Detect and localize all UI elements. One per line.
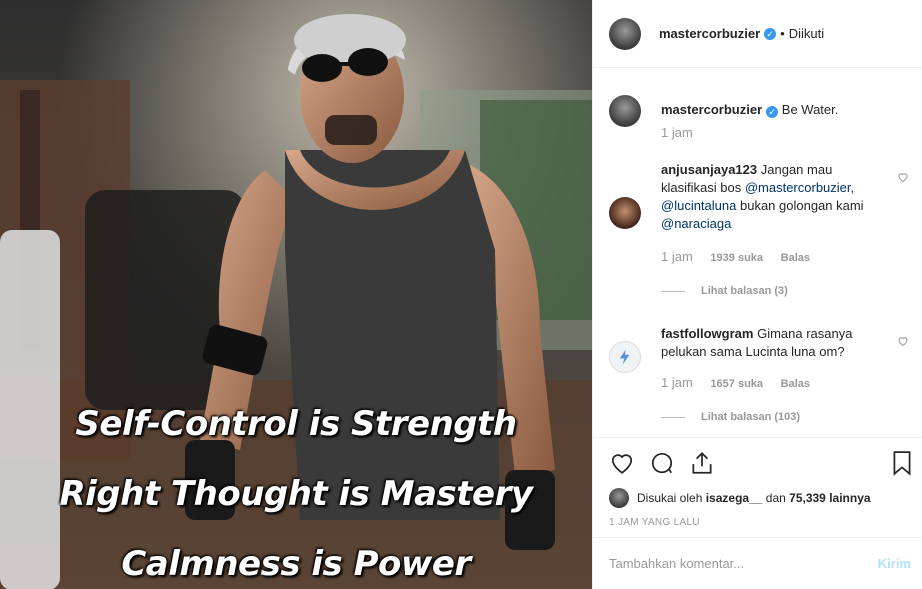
post-actions: Disukai oleh isazega__ dan 75,339 lainny… — [593, 437, 922, 537]
caption-author-avatar[interactable] — [609, 95, 641, 127]
post-details-panel: mastercorbuzier ✓ • Diikuti mastercorbuz… — [592, 0, 922, 589]
comments-list[interactable]: mastercorbuzier ✓ Be Water. 1 jam anjusan… — [593, 69, 922, 437]
like-comment-heart-icon[interactable] — [897, 171, 909, 183]
comment-input[interactable] — [609, 556, 878, 571]
mention-link[interactable]: @lucintaluna — [661, 198, 736, 213]
liker-avatar[interactable] — [609, 488, 629, 508]
mention-link[interactable]: @mastercorbuzier, — [745, 180, 854, 195]
comment-likes[interactable]: 1657 suka — [710, 378, 763, 390]
likes-count[interactable]: 75,339 lainnya — [789, 491, 870, 505]
comment-likes[interactable]: 1939 suka — [710, 252, 763, 264]
mention-link[interactable]: @naraciaga — [661, 216, 731, 231]
verified-badge-icon: ✓ — [766, 106, 779, 118]
author-username[interactable]: mastercorbuzier — [659, 26, 760, 41]
caption-body: Be Water. — [781, 102, 839, 117]
replies-divider — [661, 416, 685, 418]
view-replies-label: Lihat balasan (103) — [701, 411, 801, 423]
view-replies-button[interactable]: Lihat balasan (103) — [661, 411, 800, 423]
comment-username[interactable]: fastfollowgram — [661, 326, 753, 341]
like-comment-heart-icon[interactable] — [897, 335, 909, 347]
view-replies-label: Lihat balasan (3) — [701, 285, 788, 297]
author-avatar[interactable] — [609, 17, 641, 50]
like-heart-icon[interactable] — [609, 450, 635, 476]
liker-username[interactable]: isazega__ — [706, 491, 763, 505]
follow-status-button[interactable]: Diikuti — [789, 26, 824, 41]
comment-text: fastfollowgram Gimana rasanya pelukan sa… — [661, 325, 887, 361]
comment-meta: 1 jam 1939 suka Balas — [661, 249, 824, 264]
post-timestamp[interactable]: 1 JAM YANG LALU — [609, 517, 700, 528]
post-photo[interactable]: Self-Control is Strength Right Thought i… — [0, 0, 592, 589]
post-header: mastercorbuzier ✓ • Diikuti — [593, 0, 922, 68]
view-replies-button[interactable]: Lihat balasan (3) — [661, 285, 788, 297]
commenter-avatar[interactable] — [609, 341, 641, 373]
caption-username[interactable]: mastercorbuzier — [661, 102, 762, 117]
comment-bubble-icon[interactable] — [649, 450, 675, 476]
share-upload-icon[interactable] — [689, 450, 715, 476]
likes-prefix: Disukai oleh — [637, 491, 703, 505]
replies-divider — [661, 290, 685, 292]
comment-meta: 1 jam 1657 suka Balas — [661, 375, 824, 390]
comment-username[interactable]: anjusanjaya123 — [661, 162, 757, 177]
reply-button[interactable]: Balas — [781, 252, 810, 264]
likes-summary: Disukai oleh isazega__ dan 75,339 lainny… — [609, 488, 871, 508]
verified-badge-icon: ✓ — [764, 27, 777, 40]
commenter-avatar[interactable] — [609, 197, 641, 229]
caption-time[interactable]: 1 jam — [661, 125, 693, 140]
quote-line-1: Self-Control is Strength — [75, 404, 517, 444]
comment-text: anjusanjaya123 Jangan mau klasifikasi bo… — [661, 161, 887, 233]
action-icons-row — [609, 450, 913, 476]
likes-mid: dan — [765, 491, 786, 505]
comment-body: bukan golongan kami — [739, 198, 864, 213]
header-separator: • — [780, 26, 785, 41]
quote-line-2: Right Thought is Mastery — [59, 474, 533, 514]
bookmark-icon[interactable] — [889, 450, 915, 476]
comment-time[interactable]: 1 jam — [661, 249, 693, 264]
comment-time[interactable]: 1 jam — [661, 375, 693, 390]
lightning-logo-icon — [619, 349, 630, 365]
caption-text: mastercorbuzier ✓ Be Water. — [661, 101, 887, 119]
add-comment-bar: Kirim — [593, 537, 922, 589]
quote-line-3: Calmness is Power — [121, 544, 471, 584]
reply-button[interactable]: Balas — [781, 378, 810, 390]
submit-comment-button[interactable]: Kirim — [878, 556, 911, 571]
